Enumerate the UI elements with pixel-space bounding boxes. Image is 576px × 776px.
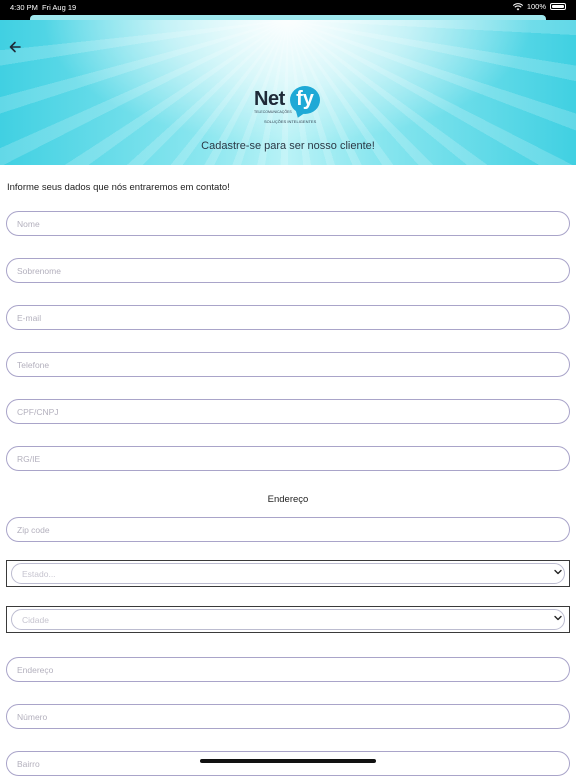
estado-select[interactable]: Estado... xyxy=(6,560,570,587)
estado-select-inner: Estado... xyxy=(11,563,565,584)
status-bar: 4:30 PM Fri Aug 19 100% xyxy=(0,0,576,14)
form-intro: Informe seus dados que nós entraremos em… xyxy=(7,182,230,193)
bairro-field[interactable]: Bairro xyxy=(6,751,570,776)
logo-telecom-text: TELECOMUNICAÇÕES xyxy=(254,110,292,114)
status-time: 4:30 PM xyxy=(10,3,38,12)
sobrenome-placeholder: Sobrenome xyxy=(17,266,61,276)
chevron-down-icon xyxy=(554,569,562,575)
nome-field[interactable]: Nome xyxy=(6,211,570,236)
rg-ie-placeholder: RG/IE xyxy=(17,454,41,464)
email-placeholder: E-mail xyxy=(17,313,42,323)
cidade-select[interactable]: Cidade xyxy=(6,606,570,633)
page-title: Cadastre-se para ser nosso cliente! xyxy=(201,140,375,152)
numero-placeholder: Número xyxy=(17,712,48,722)
logo-tagline: SOLUÇÕES INTELIGENTES xyxy=(264,119,317,124)
status-date: Fri Aug 19 xyxy=(42,3,77,12)
status-right: 100% xyxy=(512,2,566,11)
rg-ie-field[interactable]: RG/IE xyxy=(6,446,570,471)
sobrenome-field[interactable]: Sobrenome xyxy=(6,258,570,283)
telefone-placeholder: Telefone xyxy=(17,360,50,370)
telefone-field[interactable]: Telefone xyxy=(6,352,570,377)
cpf-cnpj-placeholder: CPF/CNPJ xyxy=(17,407,59,417)
logo-net-text: Net xyxy=(254,88,285,110)
logo-fy-bubble: fy xyxy=(290,86,320,114)
battery-percent: 100% xyxy=(526,2,546,11)
endereco-field[interactable]: Endereço xyxy=(6,657,570,682)
cidade-placeholder: Cidade xyxy=(22,615,49,625)
chevron-down-icon xyxy=(554,615,562,621)
email-field[interactable]: E-mail xyxy=(6,305,570,330)
address-section-title: Endereço xyxy=(267,494,309,505)
estado-placeholder: Estado... xyxy=(22,569,56,579)
back-arrow-icon[interactable] xyxy=(8,40,22,54)
netfy-logo: Net fy TELECOMUNICAÇÕES SOLUÇÕES INTELIG… xyxy=(254,86,324,126)
cidade-select-inner: Cidade xyxy=(11,609,565,630)
cpf-cnpj-field[interactable]: CPF/CNPJ xyxy=(6,399,570,424)
numero-field[interactable]: Número xyxy=(6,704,570,729)
home-indicator[interactable] xyxy=(200,759,376,763)
wifi-icon xyxy=(512,2,523,10)
endereco-placeholder: Endereço xyxy=(17,665,54,675)
nome-placeholder: Nome xyxy=(17,219,40,229)
zip-code-placeholder: Zip code xyxy=(17,525,50,535)
zip-code-field[interactable]: Zip code xyxy=(6,517,570,542)
header-banner: Net fy TELECOMUNICAÇÕES SOLUÇÕES INTELIG… xyxy=(0,20,576,165)
battery-icon xyxy=(550,3,566,10)
